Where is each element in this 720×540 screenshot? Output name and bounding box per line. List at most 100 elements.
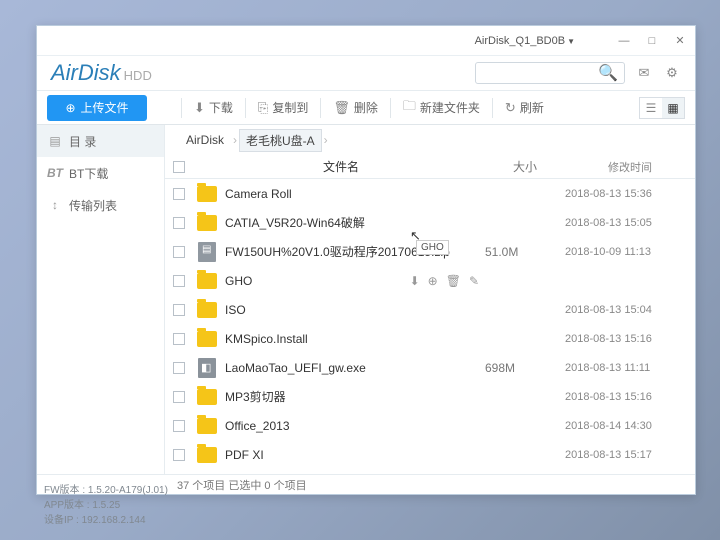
column-header: 文件名 大小 修改时间 <box>165 155 695 179</box>
file-row[interactable]: LaoMaoTao_UEFI_gw.exe698M2018-08-13 11:1… <box>165 353 695 382</box>
fw-version: FW版本 : 1.5.20-A179(J.01) <box>44 483 168 498</box>
row-checkbox[interactable] <box>173 391 185 403</box>
file-list: Camera Roll2018-08-13 15:36CATIA_V5R20-W… <box>165 179 695 474</box>
folder-icon <box>197 273 217 289</box>
copy-icon[interactable]: ⊕ <box>428 274 438 288</box>
device-selector[interactable]: AirDisk_Q1_BD0B <box>475 35 575 47</box>
copy-icon: ⎘ <box>258 100 268 116</box>
device-info: FW版本 : 1.5.20-A179(J.01) APP版本 : 1.5.25 … <box>44 483 168 528</box>
message-icon[interactable]: ✉ <box>635 65 653 81</box>
main: AirDisk › 老毛桃U盘-A › 文件名 大小 修改时间 Camera R… <box>165 125 695 474</box>
row-actions: ⬇ ⊕ 🗑 ✎ <box>410 274 479 288</box>
search-input[interactable]: 🔍 <box>475 62 625 84</box>
body: ▤目 录 BTBT下载 ↕传输列表 AirDisk › 老毛桃U盘-A › 文件… <box>37 124 695 474</box>
folder-icon <box>197 418 217 434</box>
file-time: 2018-08-13 15:05 <box>565 217 695 229</box>
file-row[interactable]: PDF XI 2018-08-13 15:17 <box>165 440 695 469</box>
row-checkbox[interactable] <box>173 304 185 316</box>
folder-icon <box>197 186 217 202</box>
bt-icon: BT <box>47 166 63 180</box>
maximize-button[interactable]: □ <box>643 35 661 47</box>
folder-icon <box>197 302 217 318</box>
app-window: AirDisk_Q1_BD0B — □ ✕ AirDiskHDD 🔍 ✉ ⚙ ⊕… <box>36 25 696 495</box>
file-row[interactable]: ISO 2018-08-13 15:04 <box>165 295 695 324</box>
file-name: Office_2013 <box>221 419 485 433</box>
file-row[interactable]: KMSpico.Install 2018-08-13 15:16 <box>165 324 695 353</box>
header-right: 🔍 ✉ ⚙ <box>182 62 681 84</box>
crumb-root[interactable]: AirDisk <box>179 130 231 150</box>
upload-label: 上传文件 <box>81 99 129 116</box>
select-all-checkbox[interactable] <box>173 161 185 173</box>
file-name: Camera Roll <box>221 187 485 201</box>
file-row[interactable]: Office_2013 2018-08-14 14:30 <box>165 411 695 440</box>
zip-icon <box>198 242 216 262</box>
new-folder-button[interactable]: 🗀新建文件夹 <box>403 97 480 119</box>
logo: AirDiskHDD <box>51 60 152 86</box>
file-row[interactable]: MP3剪切器2018-08-13 15:16 <box>165 382 695 411</box>
app-version: APP版本 : 1.5.25 <box>44 498 168 513</box>
delete-icon[interactable]: 🗑 <box>446 274 461 288</box>
file-name: GHO⬇⊕🗑✎ <box>221 274 485 288</box>
sidebar-item-bt[interactable]: BTBT下载 <box>37 157 164 189</box>
row-checkbox[interactable] <box>173 449 185 461</box>
logo-text: AirDisk <box>51 60 121 85</box>
close-button[interactable]: ✕ <box>671 34 689 47</box>
file-row[interactable]: Camera Roll2018-08-13 15:36 <box>165 179 695 208</box>
file-time: 2018-08-13 15:04 <box>565 304 695 316</box>
row-checkbox[interactable] <box>173 333 185 345</box>
folder-icon <box>197 215 217 231</box>
file-name: KMSpico.Install <box>221 332 485 346</box>
file-time: 2018-10-09 11:13 <box>565 246 695 258</box>
file-name: ISO <box>221 303 485 317</box>
row-checkbox[interactable] <box>173 217 185 229</box>
row-checkbox[interactable] <box>173 188 185 200</box>
file-time: 2018-08-13 15:17 <box>565 449 695 461</box>
search-icon: 🔍 <box>598 63 618 83</box>
row-checkbox[interactable] <box>173 275 185 287</box>
sidebar-item-transfer[interactable]: ↕传输列表 <box>37 189 164 221</box>
folder-icon <box>197 331 217 347</box>
col-size[interactable]: 大小 <box>485 158 565 175</box>
download-button[interactable]: ⬇下载 <box>194 99 233 116</box>
col-name[interactable]: 文件名 <box>193 158 485 175</box>
toolbar: ⊕ 上传文件 ⬇下载 ⎘复制到 🗑删除 🗀新建文件夹 ↻刷新 ☰ ▦ <box>37 90 695 124</box>
list-view-button[interactable]: ☰ <box>640 98 662 118</box>
device-ip: 设备IP : 192.168.2.144 <box>44 513 168 528</box>
refresh-button[interactable]: ↻刷新 <box>505 99 544 116</box>
edit-icon[interactable]: ✎ <box>469 274 479 288</box>
upload-icon: ⊕ <box>65 101 75 115</box>
folder-icon <box>197 389 217 405</box>
delete-button[interactable]: 🗑删除 <box>333 99 378 116</box>
file-time: 2018-08-14 14:30 <box>565 420 695 432</box>
titlebar: AirDisk_Q1_BD0B — □ ✕ <box>37 26 695 56</box>
file-row[interactable]: GHO⬇⊕🗑✎ <box>165 266 695 295</box>
file-row[interactable]: CATIA_V5R20-Win64破解2018-08-13 15:05 <box>165 208 695 237</box>
file-name: LaoMaoTao_UEFI_gw.exe <box>221 361 485 375</box>
crumb-current[interactable]: 老毛桃U盘-A <box>239 129 322 152</box>
download-icon[interactable]: ⬇ <box>410 274 420 288</box>
upload-button[interactable]: ⊕ 上传文件 <box>47 95 147 121</box>
header: AirDiskHDD 🔍 ✉ ⚙ <box>37 56 695 90</box>
file-size: 51.0M <box>485 245 565 259</box>
folder-plus-icon: 🗀 <box>403 97 416 119</box>
row-checkbox[interactable] <box>173 246 185 258</box>
folder-icon <box>197 447 217 463</box>
refresh-icon: ↻ <box>505 100 516 116</box>
download-icon: ⬇ <box>194 100 205 116</box>
sidebar: ▤目 录 BTBT下载 ↕传输列表 <box>37 125 165 474</box>
file-name: PDF XI <box>221 448 485 462</box>
file-time: 2018-08-13 15:16 <box>565 333 695 345</box>
trash-icon: 🗑 <box>333 100 350 116</box>
settings-icon[interactable]: ⚙ <box>663 65 681 81</box>
row-checkbox[interactable] <box>173 420 185 432</box>
view-switch: ☰ ▦ <box>639 97 685 119</box>
row-checkbox[interactable] <box>173 362 185 374</box>
col-time[interactable]: 修改时间 <box>565 159 695 175</box>
copy-button[interactable]: ⎘复制到 <box>258 99 308 116</box>
file-name: MP3剪切器 <box>221 388 485 405</box>
logo-sub: HDD <box>124 68 152 83</box>
tooltip: GHO <box>416 240 449 255</box>
minimize-button[interactable]: — <box>615 35 633 47</box>
grid-view-button[interactable]: ▦ <box>662 98 684 118</box>
sidebar-item-catalog[interactable]: ▤目 录 <box>37 125 164 157</box>
